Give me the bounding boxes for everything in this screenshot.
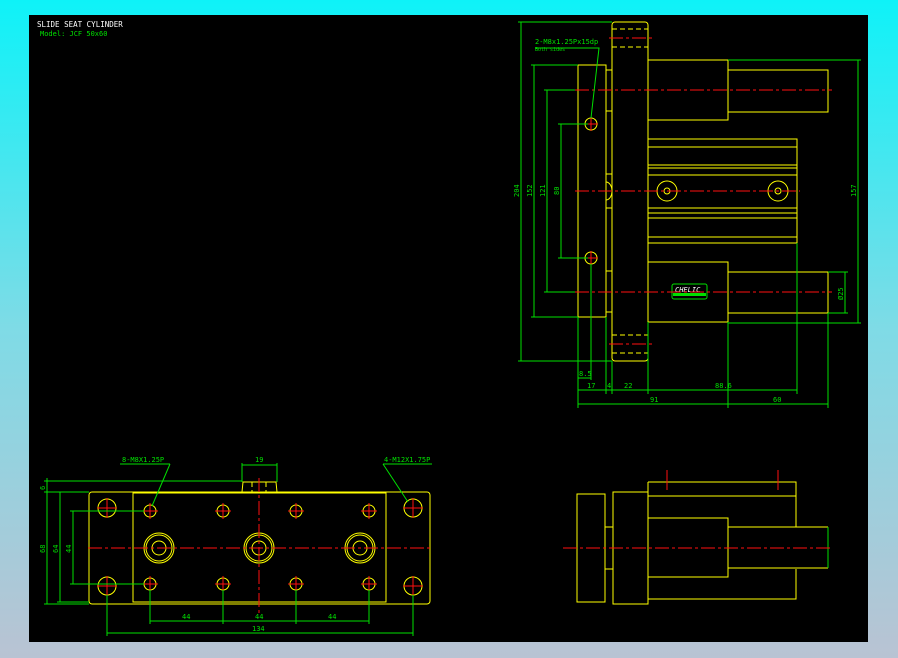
cad-drawing-canvas[interactable]: SLIDE SEAT CYLINDER Model: JCF 50x60 CHE… (29, 15, 868, 642)
drawing-title: SLIDE SEAT CYLINDER (37, 20, 123, 29)
dim-8-5: 8.5 (579, 370, 592, 378)
top-view: 8-M8X1.25P 4-M12X1.75P 19 6 68 64 44 44 … (39, 456, 432, 636)
thread-note-left: 8-M8X1.25P (122, 456, 164, 464)
thread-note-right: 4-M12X1.75P (384, 456, 430, 464)
model-label: Model: JCF 50x60 (40, 30, 107, 38)
dim-152: 152 (526, 184, 534, 197)
dim-44-vertical: 44 (65, 545, 73, 553)
upper-piston-rod (727, 69, 829, 113)
thread-note: 2-M8x1.25Px15dp (535, 38, 598, 46)
dim-19: 19 (255, 456, 263, 464)
dim-68: 68 (39, 545, 47, 553)
side-view: CHELIC 2-M8x1.25Px15dp Both sides 204 15… (513, 21, 861, 408)
dim-4: 4 (607, 382, 611, 390)
dim-17: 17 (587, 382, 595, 390)
dim-6: 6 (39, 486, 47, 490)
dim-44-b: 44 (255, 613, 263, 621)
dim-60: 60 (773, 396, 781, 404)
dim-dia-25: Ø25 (837, 287, 845, 300)
dim-134: 134 (252, 625, 265, 633)
dim-80: 80 (553, 187, 561, 195)
dim-121: 121 (539, 184, 547, 197)
front-view (563, 470, 832, 605)
dim-91: 91 (650, 396, 658, 404)
thread-note-sub: Both sides (535, 47, 565, 53)
dim-204: 204 (513, 184, 521, 197)
cad-drawing: SLIDE SEAT CYLINDER Model: JCF 50x60 CHE… (37, 20, 861, 636)
dimension-lines (518, 21, 861, 408)
dimension-lines (44, 463, 432, 636)
dim-22: 22 (624, 382, 632, 390)
dim-44-c: 44 (328, 613, 336, 621)
svg-text:CHELIC: CHELIC (675, 286, 701, 294)
dim-64: 64 (52, 545, 60, 553)
dim-88-6: 88.6 (715, 382, 732, 390)
dim-44-a: 44 (182, 613, 190, 621)
dim-157: 157 (850, 184, 858, 197)
